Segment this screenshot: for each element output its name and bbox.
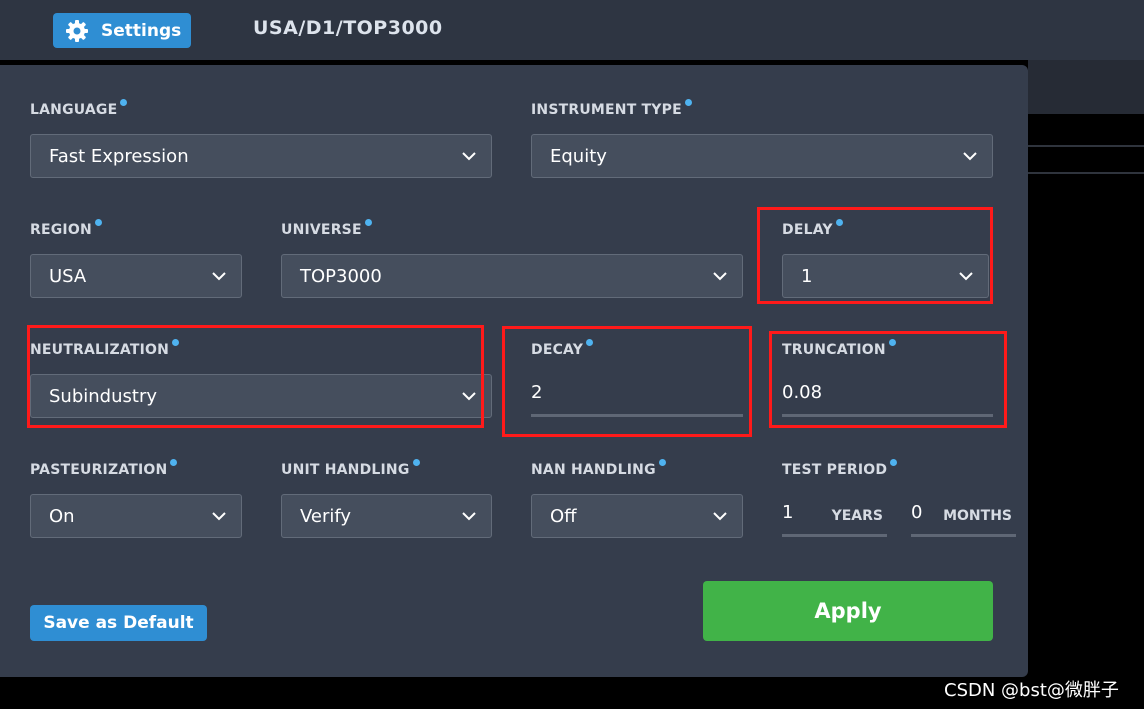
- background-divider: [1028, 145, 1144, 147]
- nan-handling-select[interactable]: Off: [531, 494, 743, 538]
- decay-highlight-box: [502, 326, 752, 437]
- info-dot-icon: [94, 219, 102, 226]
- test-period-label: TEST PERIOD: [782, 459, 898, 478]
- info-dot-icon: [120, 99, 128, 106]
- info-dot-icon: [170, 459, 178, 466]
- universe-label: UNIVERSE: [281, 219, 372, 238]
- watermark: CSDN @bst@微胖子: [944, 680, 1119, 701]
- info-dot-icon: [684, 99, 692, 106]
- months-unit-label: MONTHS: [943, 508, 1012, 524]
- chevron-down-icon: [713, 512, 727, 521]
- universe-select[interactable]: TOP3000: [281, 254, 743, 298]
- region-value: USA: [49, 265, 87, 287]
- years-unit-label: YEARS: [831, 508, 883, 524]
- apply-button[interactable]: Apply: [703, 581, 993, 641]
- breadcrumb: USA/D1/TOP3000: [253, 17, 443, 39]
- language-select[interactable]: Fast Expression: [30, 134, 492, 178]
- unit-handling-value: Verify: [300, 505, 352, 527]
- instrument-type-label: INSTRUMENT TYPE: [531, 99, 692, 118]
- pasteurization-value: On: [49, 505, 75, 527]
- test-period-years-input[interactable]: 1 YEARS: [782, 491, 887, 537]
- chevron-down-icon: [462, 152, 476, 161]
- chevron-down-icon: [462, 512, 476, 521]
- info-dot-icon: [364, 219, 372, 226]
- language-label: LANGUAGE: [30, 99, 128, 118]
- pasteurization-select[interactable]: On: [30, 494, 242, 538]
- unit-handling-select[interactable]: Verify: [281, 494, 492, 538]
- background-strip: [1028, 60, 1144, 114]
- unit-handling-label: UNIT HANDLING: [281, 459, 420, 478]
- settings-panel: LANGUAGE Fast Expression INSTRUMENT TYPE…: [0, 65, 1028, 677]
- universe-value: TOP3000: [300, 265, 382, 287]
- language-value: Fast Expression: [49, 145, 189, 167]
- chevron-down-icon: [212, 272, 226, 281]
- test-period-months-input[interactable]: 0 MONTHS: [911, 491, 1016, 537]
- nan-handling-value: Off: [550, 505, 577, 527]
- info-dot-icon: [890, 459, 898, 466]
- chevron-down-icon: [212, 512, 226, 521]
- instrument-type-value: Equity: [550, 145, 607, 167]
- nan-handling-label: NAN HANDLING: [531, 459, 666, 478]
- truncation-highlight-box: [769, 331, 1007, 428]
- chevron-down-icon: [713, 272, 727, 281]
- settings-button[interactable]: Settings: [53, 13, 191, 48]
- neutralization-highlight-box: [27, 325, 484, 428]
- background-divider: [1028, 172, 1144, 174]
- test-period-years-value: 1: [782, 502, 794, 523]
- info-dot-icon: [412, 459, 420, 466]
- pasteurization-label: PASTEURIZATION: [30, 459, 178, 478]
- settings-label: Settings: [101, 20, 182, 41]
- top-bar: Settings USA/D1/TOP3000: [0, 0, 1144, 60]
- info-dot-icon: [658, 459, 666, 466]
- region-select[interactable]: USA: [30, 254, 242, 298]
- test-period-months-value: 0: [911, 502, 923, 523]
- save-as-default-button[interactable]: Save as Default: [30, 605, 207, 641]
- delay-highlight-box: [757, 207, 993, 304]
- gear-icon: [66, 19, 88, 42]
- chevron-down-icon: [963, 152, 977, 161]
- instrument-type-select[interactable]: Equity: [531, 134, 993, 178]
- region-label: REGION: [30, 219, 102, 238]
